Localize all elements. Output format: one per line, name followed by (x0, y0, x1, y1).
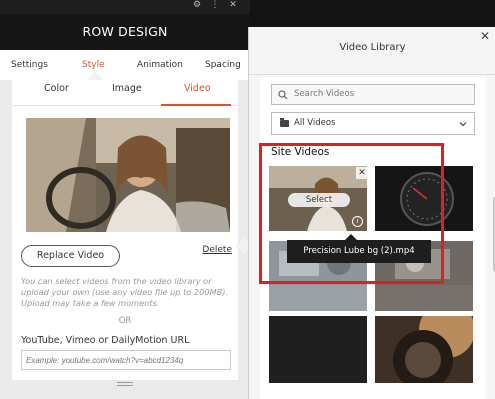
or-divider: OR (118, 316, 132, 326)
top-strip: ⚙ ⋮ ✕ (0, 0, 250, 14)
tab-animation[interactable]: Animation (137, 50, 183, 80)
tab-settings[interactable]: Settings (11, 50, 48, 80)
resize-grip-icon[interactable] (117, 382, 133, 388)
subtab-color[interactable]: Color (44, 80, 69, 106)
url-label: YouTube, Vimeo or DailyMotion URL (21, 335, 190, 346)
video-thumb-tire[interactable] (375, 316, 473, 383)
selection-highlight (259, 143, 444, 284)
panel-title: ROW DESIGN (0, 14, 250, 50)
delete-video-link[interactable]: Delete (202, 245, 232, 255)
folder-select-value: All Videos (294, 118, 336, 128)
library-header: ✕ Video Library (249, 27, 495, 75)
chevron-down-icon (459, 122, 467, 127)
search-box[interactable]: Search Videos (271, 84, 475, 105)
subtab-image[interactable]: Image (112, 80, 142, 106)
video-thumb-dark[interactable] (269, 316, 367, 383)
thumb-image (375, 316, 473, 383)
search-placeholder: Search Videos (294, 89, 355, 99)
close-icon[interactable]: ✕ (480, 30, 490, 42)
folder-select[interactable]: All Videos (271, 112, 475, 135)
more-icon[interactable]: ⋮ (208, 0, 222, 10)
video-preview-image (26, 118, 230, 232)
library-title: Video Library (339, 42, 406, 53)
tab-spacing[interactable]: Spacing (205, 50, 241, 80)
gear-icon[interactable]: ⚙ (190, 0, 204, 10)
style-content: Color Image Video Replace Video Delete Y… (12, 80, 238, 380)
row-design-panel: ⚙ ⋮ ✕ ROW DESIGN Settings Style Animatio… (0, 0, 250, 399)
search-icon (278, 90, 288, 100)
close-icon[interactable]: ✕ (226, 0, 240, 10)
subtab-video[interactable]: Video (161, 80, 231, 106)
replace-video-button[interactable]: Replace Video (21, 245, 120, 267)
folder-icon (280, 118, 289, 127)
subtabs: Color Image Video (12, 80, 238, 106)
style-tabs: Settings Style Animation Spacing (0, 50, 250, 80)
video-url-input[interactable] (21, 350, 231, 370)
video-preview (26, 118, 230, 232)
helper-text: You can select videos from the video lib… (21, 276, 229, 308)
